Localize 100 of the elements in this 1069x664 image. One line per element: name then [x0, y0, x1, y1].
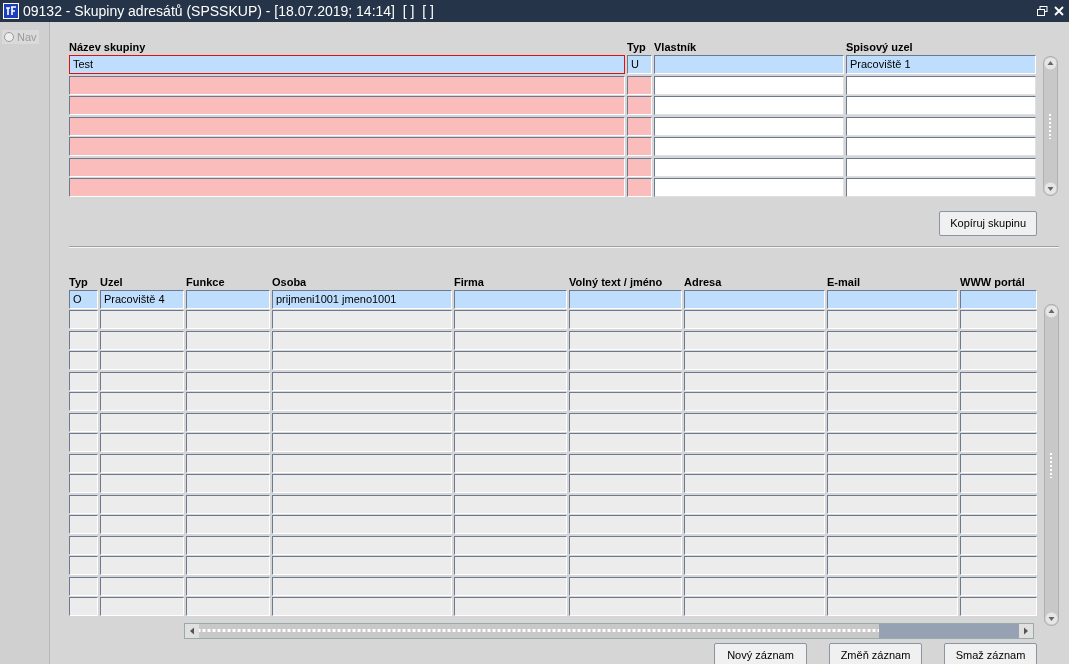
table-cell[interactable]	[684, 433, 825, 452]
table-cell[interactable]	[454, 289, 567, 309]
table-cell[interactable]	[100, 494, 184, 514]
table-cell[interactable]	[186, 310, 270, 329]
table-cell[interactable]	[454, 556, 567, 575]
table-cell[interactable]	[827, 453, 958, 473]
table-cell[interactable]	[272, 453, 452, 473]
table-cell[interactable]	[960, 289, 1037, 309]
table-cell[interactable]	[827, 535, 958, 555]
table-cell[interactable]	[272, 576, 452, 596]
table-cell[interactable]	[186, 494, 270, 514]
table-cell[interactable]	[960, 351, 1037, 370]
table-cell[interactable]	[186, 597, 270, 616]
table-cell[interactable]	[100, 433, 184, 452]
table-cell[interactable]	[569, 474, 682, 493]
table-cell[interactable]	[684, 351, 825, 370]
table-cell[interactable]	[100, 371, 184, 391]
table-cell[interactable]	[827, 289, 958, 309]
table-cell[interactable]	[69, 515, 98, 534]
table-cell[interactable]	[684, 289, 825, 309]
record-button[interactable]: Smaž záznam	[944, 642, 1037, 664]
table-cell[interactable]	[569, 412, 682, 432]
table-cell[interactable]	[654, 75, 844, 95]
table-cell[interactable]	[627, 157, 652, 177]
table-cell[interactable]	[684, 412, 825, 432]
table-cell[interactable]	[684, 310, 825, 329]
table-cell[interactable]	[186, 412, 270, 432]
table-cell[interactable]	[186, 330, 270, 350]
table-cell[interactable]	[960, 453, 1037, 473]
table-cell[interactable]	[654, 55, 844, 74]
table-cell[interactable]	[960, 412, 1037, 432]
table-cell[interactable]	[627, 116, 652, 136]
table-cell[interactable]	[272, 310, 452, 329]
table-cell[interactable]	[272, 412, 452, 432]
table-cell[interactable]	[100, 392, 184, 411]
table-cell[interactable]	[186, 535, 270, 555]
table-cell[interactable]	[272, 556, 452, 575]
table-cell[interactable]	[100, 330, 184, 350]
table-cell[interactable]	[69, 371, 98, 391]
table-cell[interactable]	[827, 494, 958, 514]
table-cell[interactable]	[454, 453, 567, 473]
table-cell[interactable]	[454, 433, 567, 452]
table-cell[interactable]	[454, 351, 567, 370]
table-cell[interactable]	[454, 535, 567, 555]
scroll-up-icon[interactable]	[1044, 57, 1057, 70]
table-cell[interactable]	[272, 515, 452, 534]
close-icon[interactable]	[1054, 6, 1064, 16]
table-cell[interactable]	[272, 494, 452, 514]
table-cell[interactable]	[69, 556, 98, 575]
table-cell[interactable]	[684, 494, 825, 514]
table-cell[interactable]	[272, 392, 452, 411]
table-cell[interactable]	[454, 494, 567, 514]
record-button[interactable]: Změň záznam	[829, 642, 922, 664]
table-cell[interactable]	[272, 330, 452, 350]
table-cell[interactable]	[846, 116, 1036, 136]
scroll-left-icon[interactable]	[185, 623, 199, 638]
table-cell[interactable]	[846, 137, 1036, 156]
table-cell[interactable]	[454, 412, 567, 432]
table-cell[interactable]	[960, 556, 1037, 575]
table-cell[interactable]	[69, 392, 98, 411]
table-cell[interactable]	[846, 75, 1036, 95]
table-cell[interactable]	[100, 453, 184, 473]
table-cell[interactable]	[960, 535, 1037, 555]
record-button[interactable]: Nový záznam	[714, 642, 807, 664]
table-cell[interactable]	[846, 157, 1036, 177]
table-cell[interactable]	[654, 137, 844, 156]
table-cell[interactable]: Pracoviště 1	[846, 55, 1036, 74]
table-cell[interactable]	[569, 453, 682, 473]
table-cell[interactable]	[69, 116, 625, 136]
table-cell[interactable]	[69, 535, 98, 555]
table-cell[interactable]	[827, 433, 958, 452]
table-cell[interactable]	[569, 392, 682, 411]
table-cell[interactable]: Test	[69, 55, 625, 74]
table-cell[interactable]	[960, 576, 1037, 596]
table-cell[interactable]	[272, 474, 452, 493]
table-cell[interactable]	[827, 371, 958, 391]
table-cell[interactable]	[827, 392, 958, 411]
table-cell[interactable]	[186, 556, 270, 575]
table-cell[interactable]	[69, 351, 98, 370]
table-cell[interactable]	[186, 392, 270, 411]
table-cell[interactable]	[827, 556, 958, 575]
table-cell[interactable]	[569, 535, 682, 555]
table-cell[interactable]	[186, 515, 270, 534]
table-cell[interactable]	[186, 433, 270, 452]
table-cell[interactable]	[960, 494, 1037, 514]
scroll-up-icon[interactable]	[1045, 304, 1058, 318]
table-cell[interactable]	[272, 597, 452, 616]
table-cell[interactable]	[186, 371, 270, 391]
table-cell[interactable]	[569, 371, 682, 391]
table-cell[interactable]	[454, 515, 567, 534]
table-cell[interactable]	[69, 178, 625, 197]
table-cell[interactable]	[569, 576, 682, 596]
table-cell[interactable]	[827, 351, 958, 370]
table-cell[interactable]	[684, 556, 825, 575]
table-cell[interactable]	[684, 371, 825, 391]
table-cell[interactable]	[186, 289, 270, 309]
table-cell[interactable]	[654, 96, 844, 115]
scroll-down-icon[interactable]	[1044, 182, 1057, 195]
table-cell[interactable]	[69, 75, 625, 95]
table-cell[interactable]	[454, 474, 567, 493]
